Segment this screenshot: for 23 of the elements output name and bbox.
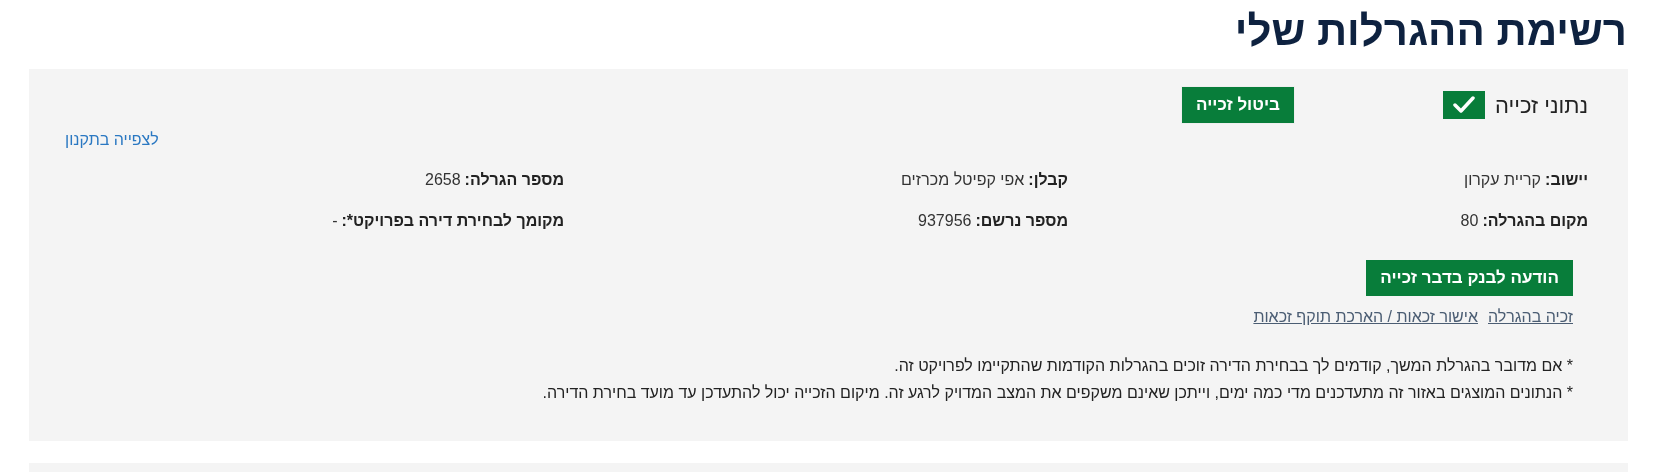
field-label: מקומך לבחירת דירה בפרויקט*:: [341, 211, 564, 231]
field-label: קבלן:: [1028, 170, 1068, 190]
cancel-win-button[interactable]: ביטול זכייה: [1181, 86, 1295, 124]
checkbox[interactable]: [1442, 91, 1485, 119]
field-value: 937956: [918, 211, 972, 231]
section-label: נתוני זכייה: [1494, 91, 1588, 120]
note-text: * הנתונים המוצגים באזור זה מתעדכנים מדי כמה ימים, וייתכן שאינם משקפים את המצב המדויק לרגע זה. מיקום הזכייה יכול להתעדכן עד מועד בחירת הדירה.: [541, 383, 1573, 403]
note-text: * אם מדובר בהגרלת המשך, קודמים לך בבחירת הדירה זוכים בהגרלות הקודמות שהתקיימו לפרויקט זה.: [893, 356, 1573, 376]
regulations-link[interactable]: לצפייה בתקנון: [65, 128, 159, 152]
field-label: מספר הגרלה:: [464, 170, 564, 190]
field-value: קריית עקרון: [1463, 170, 1542, 190]
text-link[interactable]: זכיה בהגרלה: [1488, 305, 1573, 329]
field-label: מספר נרשם:: [975, 211, 1068, 231]
field-value: 80: [1460, 211, 1479, 231]
bank-notice-button[interactable]: הודעה לבנק בדבר זכייה: [1366, 260, 1573, 296]
checkmark-icon: [1452, 96, 1475, 114]
field-value: -: [332, 211, 338, 231]
text-link[interactable]: אישור זכאות / הארכת תוקף זכאות: [1253, 305, 1478, 329]
page-title: רשימת ההגרלות שלי: [1234, 6, 1628, 56]
field-label: מקום בהגרלה:: [1482, 211, 1588, 231]
field-value: 2658: [425, 170, 461, 190]
field-value: אפי קפיטל מכרזים: [901, 170, 1025, 190]
field-label: יישוב:: [1545, 170, 1588, 190]
